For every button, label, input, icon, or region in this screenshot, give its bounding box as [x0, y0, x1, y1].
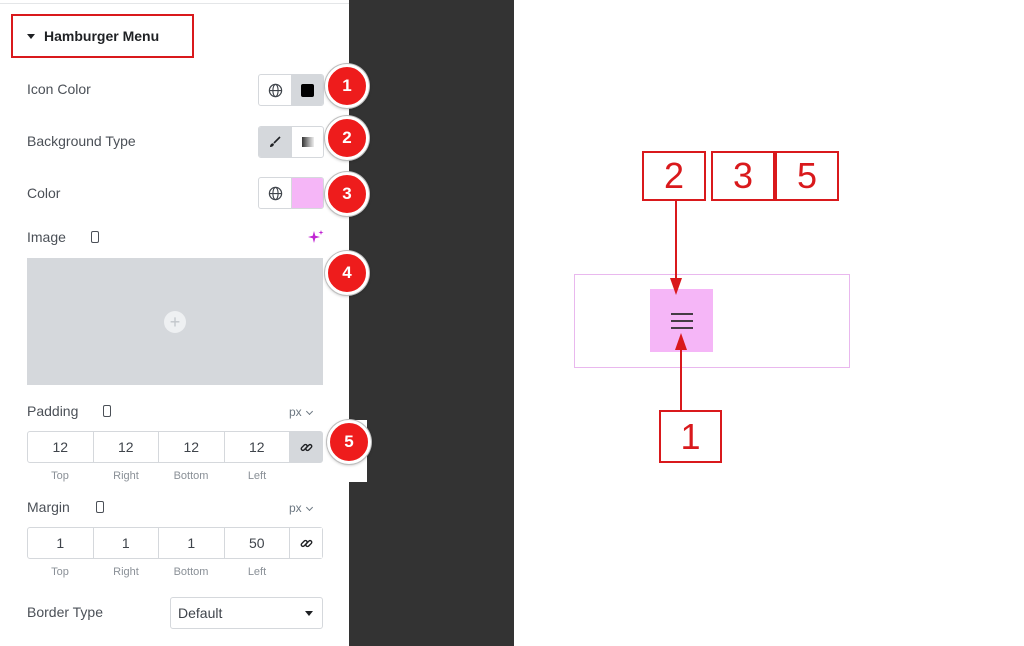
annotation-box-1: 1: [659, 410, 722, 463]
arrow-head-up: [675, 333, 687, 350]
arrow-head-down: [670, 278, 682, 295]
annotation-arrows: [670, 201, 687, 410]
